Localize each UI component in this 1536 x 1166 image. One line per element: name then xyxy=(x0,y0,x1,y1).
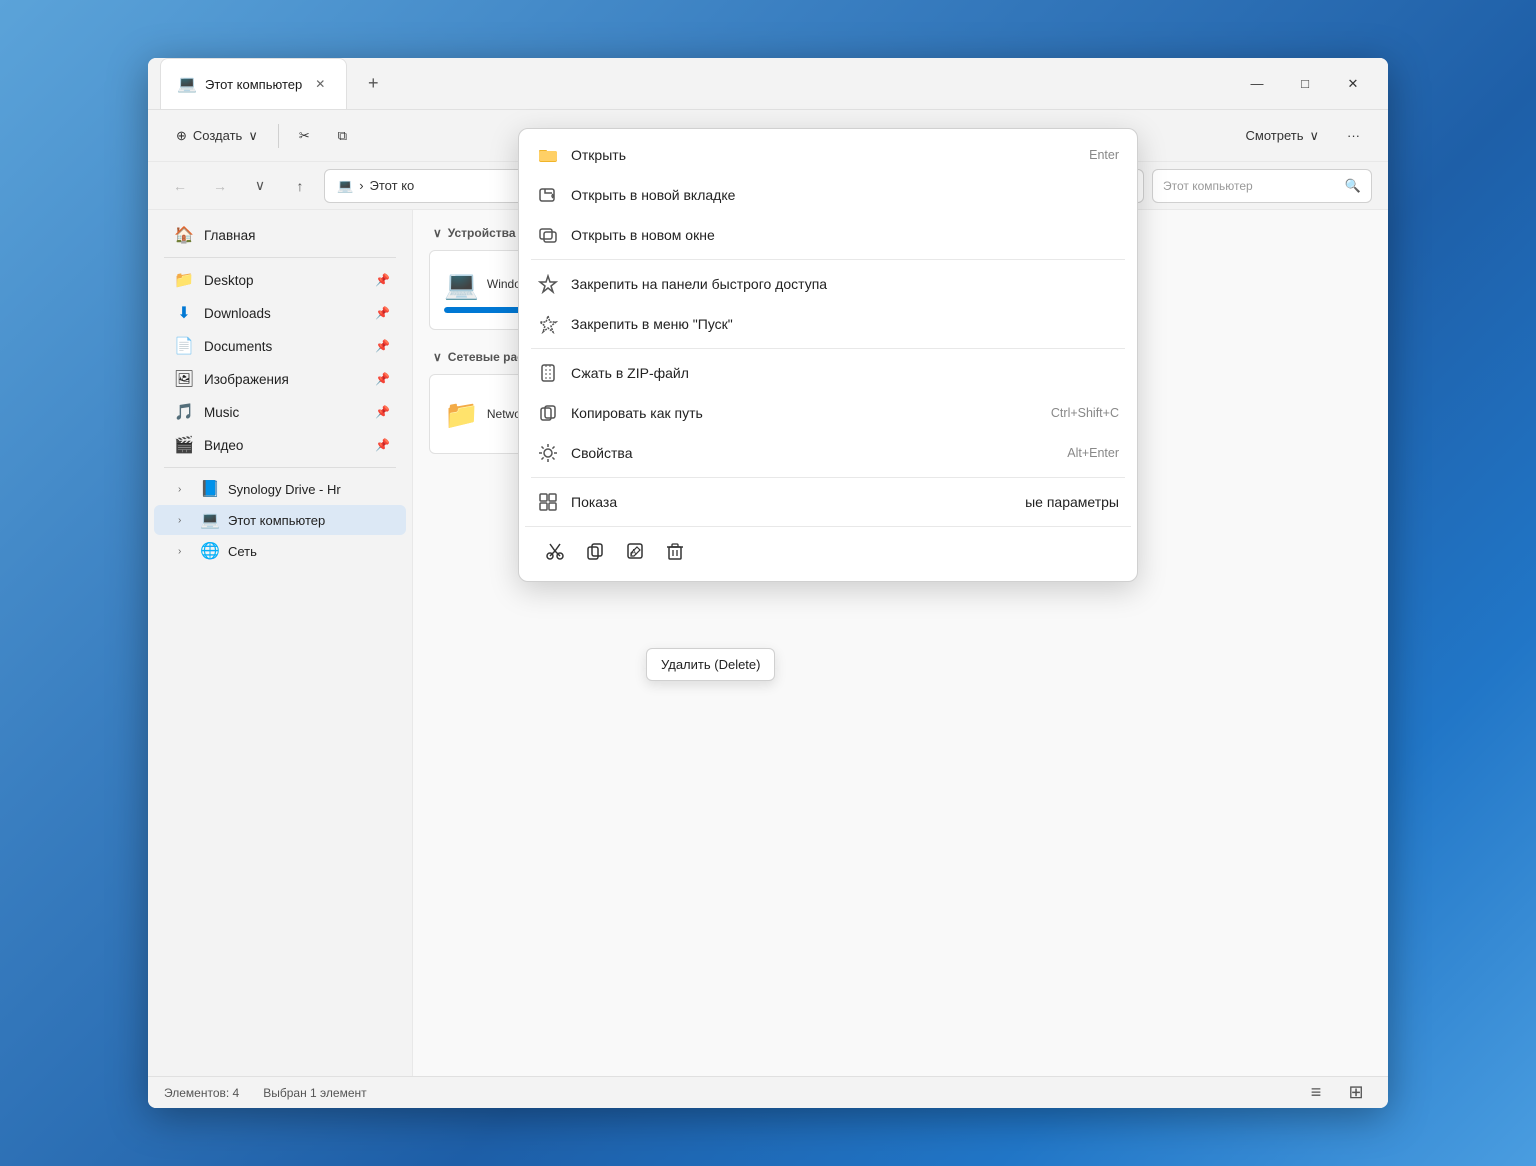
open-window-icon xyxy=(537,224,559,246)
menu-item-properties[interactable]: Свойства Alt+Enter xyxy=(525,433,1131,473)
delete-tooltip: Удалить (Delete) xyxy=(646,648,775,681)
tooltip-text: Удалить (Delete) xyxy=(661,657,760,672)
bottom-delete-button[interactable] xyxy=(657,533,693,569)
zip-icon xyxy=(537,362,559,384)
menu-item-show-more[interactable]: Показа ые параметры xyxy=(525,482,1131,522)
menu-bottom-actions: A xyxy=(525,526,1131,575)
open-tab-icon xyxy=(537,184,559,206)
menu-divider-2 xyxy=(531,348,1125,349)
context-menu-overlay: Открыть Enter Открыть в новой вкладке xyxy=(148,58,1388,1108)
context-menu: Открыть Enter Открыть в новой вкладке xyxy=(518,128,1138,582)
menu-item-copy-path[interactable]: Копировать как путь Ctrl+Shift+C xyxy=(525,393,1131,433)
properties-shortcut: Alt+Enter xyxy=(1067,446,1119,460)
open-window-label: Открыть в новом окне xyxy=(571,227,1119,243)
pin-start-icon xyxy=(537,313,559,335)
pin-start-label: Закрепить в меню "Пуск" xyxy=(571,316,1119,332)
menu-item-open-tab[interactable]: Открыть в новой вкладке xyxy=(525,175,1131,215)
file-explorer-window: 💻 Этот компьютер ✕ + — □ ✕ ⊕ Создать ∨ ✂… xyxy=(148,58,1388,1108)
menu-divider-1 xyxy=(531,259,1125,260)
zip-label: Сжать в ZIP-файл xyxy=(571,365,1119,381)
pin-quick-label: Закрепить на панели быстрого доступа xyxy=(571,276,1119,292)
bottom-copy-button[interactable] xyxy=(577,533,613,569)
copy-path-shortcut: Ctrl+Shift+C xyxy=(1051,406,1119,420)
show-more-icon xyxy=(537,491,559,513)
open-tab-label: Открыть в новой вкладке xyxy=(571,187,1119,203)
open-label: Открыть xyxy=(571,147,1077,163)
show-more-label: Показа xyxy=(571,494,1013,510)
menu-item-pin-quick[interactable]: Закрепить на панели быстрого доступа xyxy=(525,264,1131,304)
menu-divider-3 xyxy=(531,477,1125,478)
pin-quick-icon xyxy=(537,273,559,295)
menu-item-zip[interactable]: Сжать в ZIP-файл xyxy=(525,353,1131,393)
properties-label: Свойства xyxy=(571,445,1055,461)
menu-item-open-window[interactable]: Открыть в новом окне xyxy=(525,215,1131,255)
menu-item-pin-start[interactable]: Закрепить в меню "Пуск" xyxy=(525,304,1131,344)
open-shortcut: Enter xyxy=(1089,148,1119,162)
open-folder-icon xyxy=(537,144,559,166)
copy-path-label: Копировать как путь xyxy=(571,405,1039,421)
copy-path-icon xyxy=(537,402,559,424)
menu-item-open[interactable]: Открыть Enter xyxy=(525,135,1131,175)
bottom-rename-button[interactable]: A xyxy=(617,533,653,569)
show-more-suffix: ые параметры xyxy=(1025,494,1119,510)
bottom-cut-button[interactable] xyxy=(537,533,573,569)
properties-icon xyxy=(537,442,559,464)
